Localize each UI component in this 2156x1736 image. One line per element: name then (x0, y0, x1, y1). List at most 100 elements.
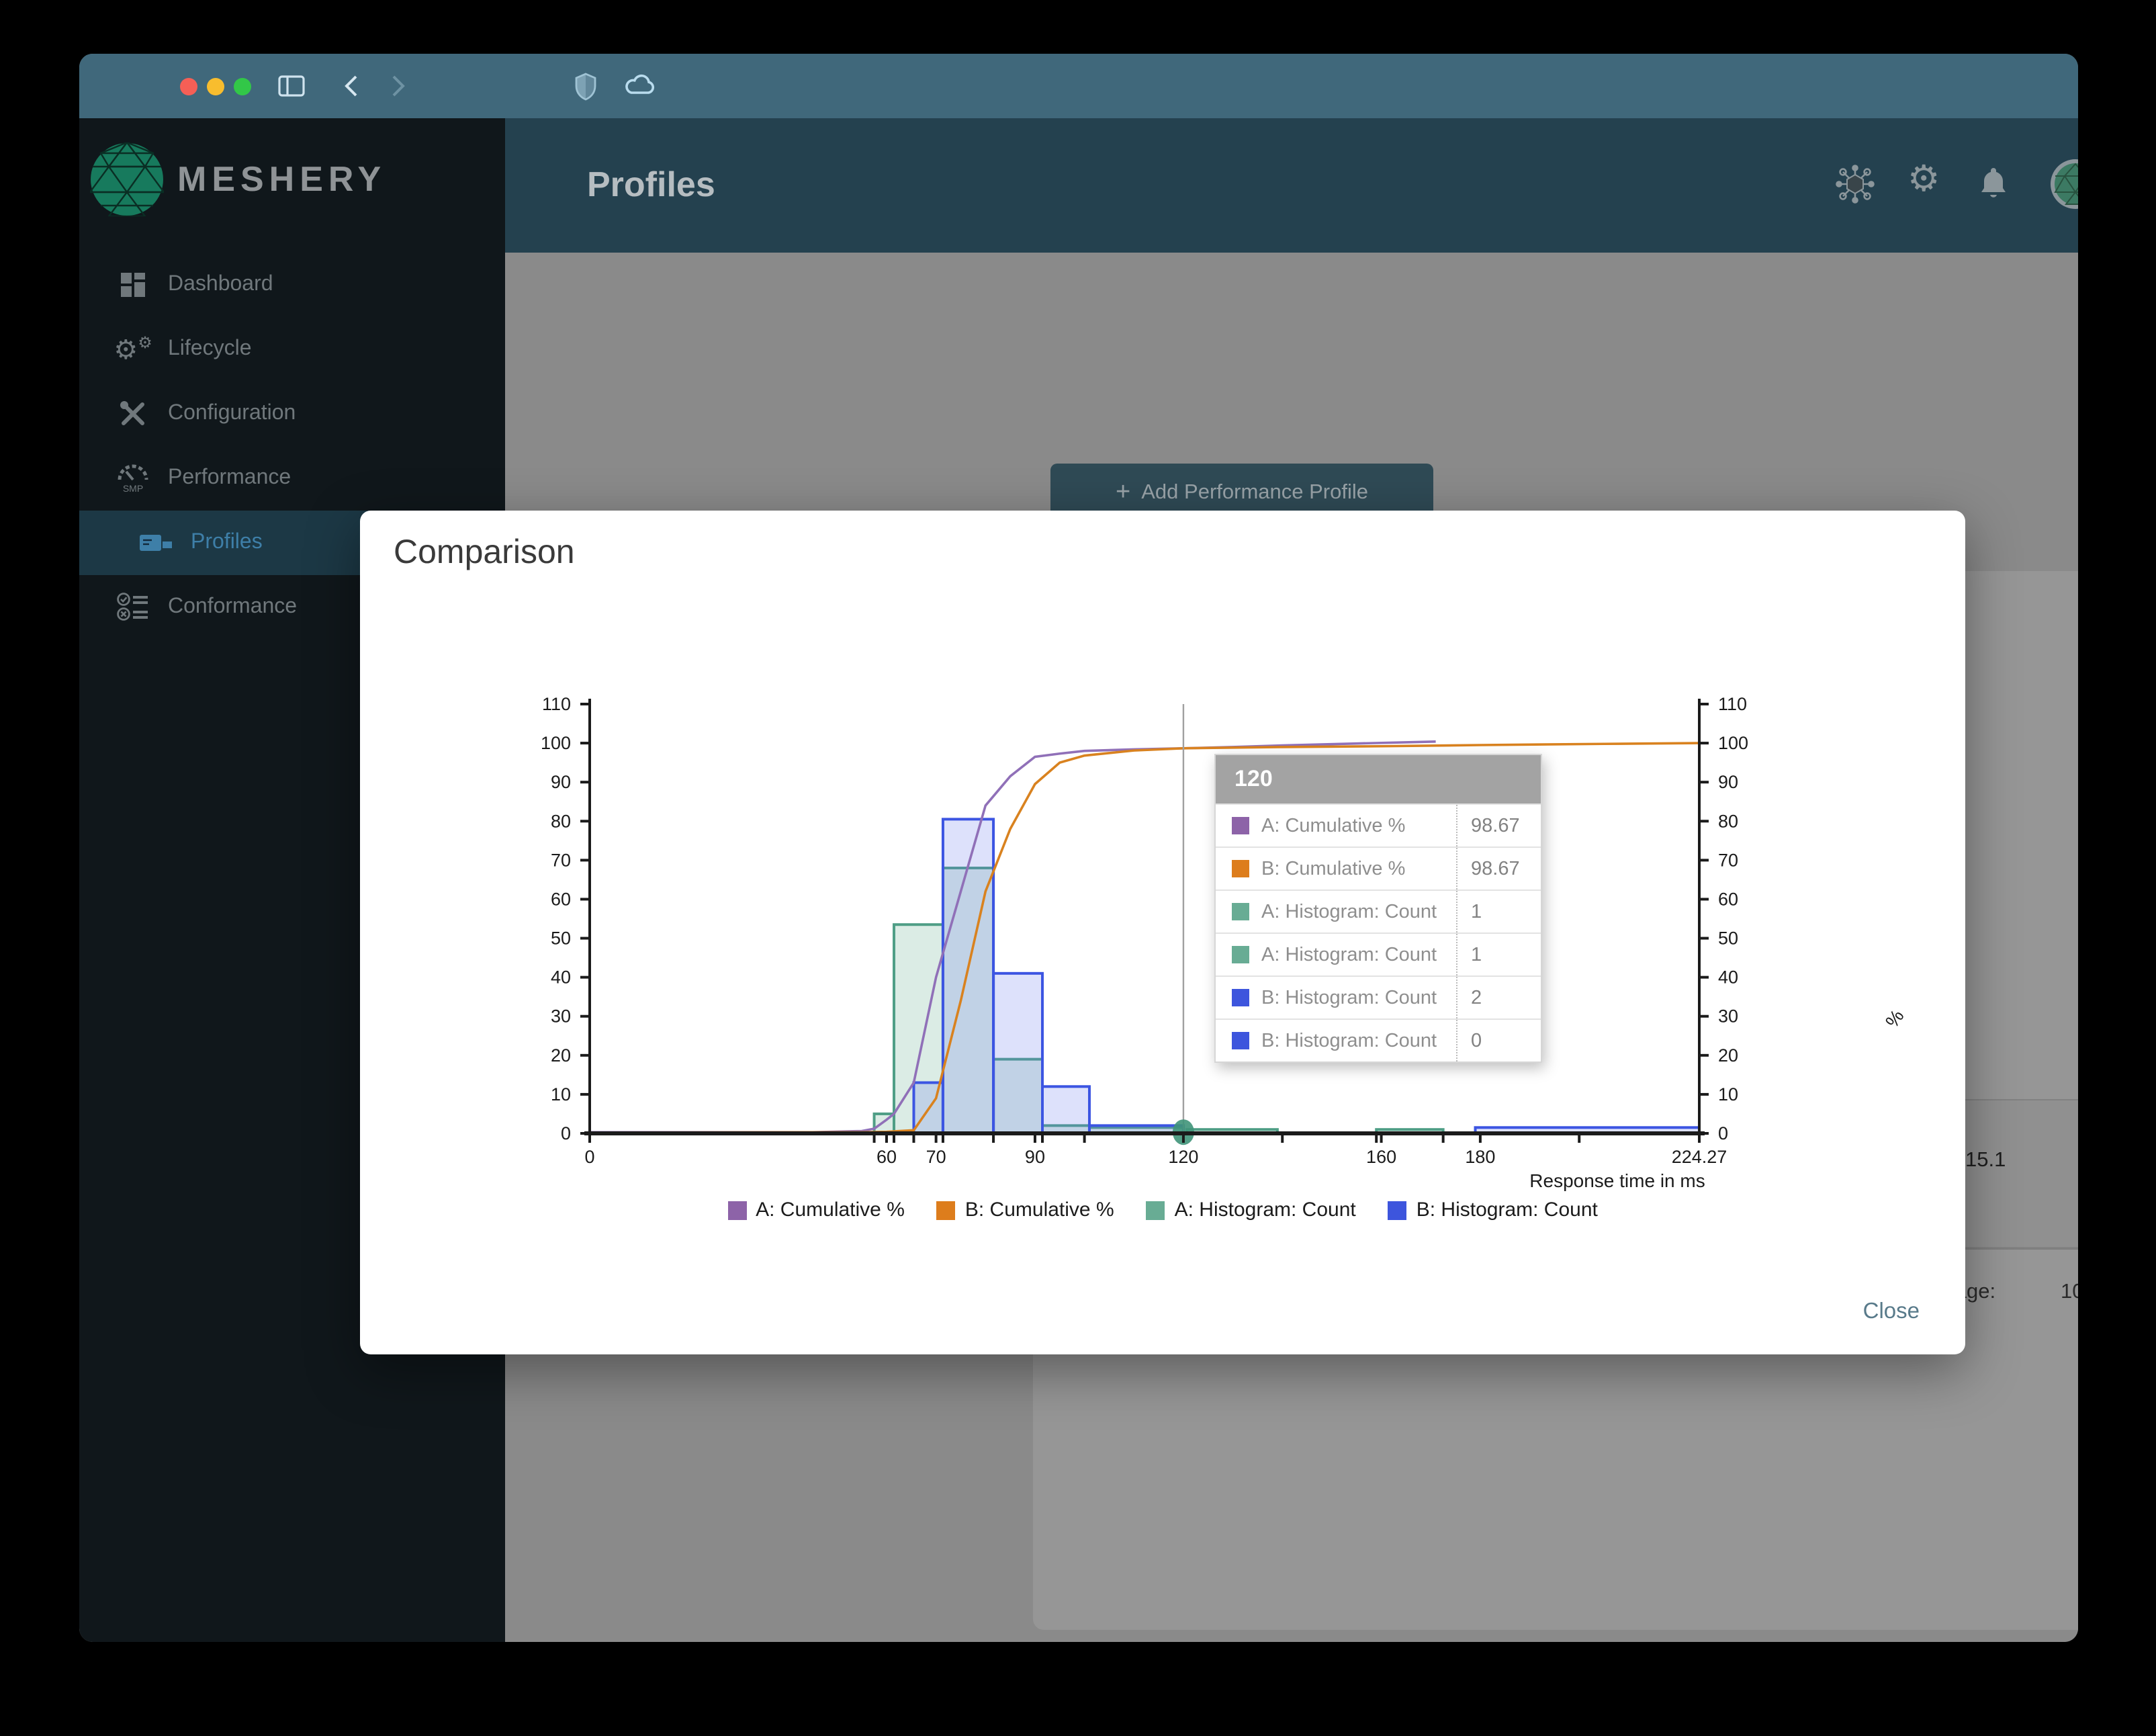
close-button[interactable]: Close (1855, 1298, 1928, 1326)
svg-text:90: 90 (551, 772, 571, 792)
page-title: Profiles (587, 164, 715, 204)
tooltip-series-label: A: Histogram: Count (1261, 901, 1437, 922)
brand-wordmark: MESHERY (177, 159, 387, 199)
add-performance-profile-label: Add Performance Profile (1141, 480, 1368, 503)
sidebar-item-label: Profiles (191, 531, 263, 554)
back-icon[interactable] (343, 74, 359, 105)
legend-swatch (936, 1201, 956, 1219)
forward-icon[interactable] (391, 74, 407, 105)
svg-text:160: 160 (1366, 1147, 1396, 1167)
svg-text:110: 110 (1718, 694, 1747, 714)
notifications-bell-icon[interactable] (1976, 165, 2011, 210)
tooltip-header: 120 (1216, 755, 1541, 804)
svg-text:40: 40 (551, 967, 571, 988)
svg-text:90: 90 (1025, 1147, 1045, 1167)
sidebar-item-label: Performance (168, 466, 291, 489)
meshery-logo[interactable] (88, 140, 166, 223)
legend-label: B: Histogram: Count (1416, 1199, 1598, 1221)
cloud-icon[interactable] (622, 71, 657, 105)
user-avatar[interactable] (2050, 159, 2078, 216)
svg-text:70: 70 (1718, 850, 1738, 870)
sidebar-item-lifecycle[interactable]: ⚙ ⚙ Lifecycle (79, 317, 505, 382)
right-axis-label: % (1881, 1005, 1908, 1032)
sidebar-toggle-icon[interactable] (278, 75, 305, 103)
tooltip-series-value: 98.67 (1456, 848, 1541, 889)
comparison-modal: Comparison 0 0 10 10 20 20 30 30 40 40 50 50 60 60 70 7… (360, 511, 1965, 1354)
tooltip-series-label: B: Cumulative % (1261, 858, 1406, 879)
tooltip-series-value: 0 (1456, 1020, 1541, 1061)
tooltip-row: B: Histogram: Count 0 (1216, 1018, 1541, 1061)
svg-text:80: 80 (551, 811, 571, 831)
sidebar-item-label: Dashboard (168, 273, 273, 296)
chart-legend: A: Cumulative % B: Cumulative % A: Histogr… (360, 1199, 1965, 1221)
tooltip-row: B: Cumulative % 98.67 (1216, 847, 1541, 889)
series-swatch (1232, 946, 1249, 963)
legend-swatch (727, 1201, 747, 1219)
minimize-window-button[interactable] (207, 78, 224, 95)
app-header: Profiles ⚙ (505, 118, 2078, 253)
speedometer-smp-icon: SMP (116, 464, 150, 493)
sidebar-item-configuration[interactable]: Configuration (79, 382, 505, 446)
duration-cell: 15.1 (1965, 1149, 2006, 1172)
legend-item[interactable]: B: Cumulative % (936, 1199, 1114, 1221)
series-swatch (1232, 1032, 1249, 1049)
series-swatch (1232, 989, 1249, 1006)
svg-text:20: 20 (551, 1045, 571, 1066)
tooltip-row: A: Cumulative % 98.67 (1216, 804, 1541, 847)
legend-item[interactable]: B: Histogram: Count (1388, 1199, 1598, 1221)
svg-text:70: 70 (551, 850, 571, 870)
conformance-checklist-icon (116, 593, 150, 622)
series-swatch (1232, 817, 1249, 834)
screenshot-stage: localhost:9081/performance/profiles ↻ ⚙ … (0, 0, 2156, 1736)
chart-tooltip: 120 A: Cumulative % 98.67 B: Cumulative % 9… (1214, 754, 1542, 1063)
close-window-button[interactable] (180, 78, 197, 95)
svg-text:0: 0 (561, 1123, 571, 1143)
browser-window: localhost:9081/performance/profiles ↻ ⚙ … (79, 54, 2078, 1642)
maximize-window-button[interactable] (234, 78, 251, 95)
sidebar-item-label: Conformance (168, 595, 298, 618)
histogram-bar (1041, 1085, 1091, 1135)
browser-toolbar: localhost:9081/performance/profiles ↻ ⚙ … (79, 54, 2078, 160)
tooltip-row: A: Histogram: Count 1 (1216, 889, 1541, 932)
plus-icon: + (1116, 478, 1131, 506)
svg-text:50: 50 (551, 928, 571, 949)
svg-text:60: 60 (877, 1147, 897, 1167)
legend-label: A: Cumulative % (756, 1199, 905, 1221)
svg-text:90: 90 (1718, 772, 1738, 792)
app-settings-gear-icon[interactable]: ⚙ (1907, 159, 1940, 200)
dashboard-icon (116, 273, 150, 297)
tooltip-series-label: A: Cumulative % (1261, 815, 1406, 836)
profiles-card-icon (138, 532, 173, 554)
svg-text:40: 40 (1718, 967, 1738, 988)
svg-text:60: 60 (551, 889, 571, 909)
sidebar-item-label: Lifecycle (168, 337, 252, 360)
svg-text:30: 30 (551, 1006, 571, 1027)
svg-text:100: 100 (1718, 733, 1748, 753)
svg-text:60: 60 (1718, 889, 1738, 909)
svg-text:SMP: SMP (123, 483, 143, 493)
series-swatch (1232, 860, 1249, 877)
sidebar-item-performance[interactable]: SMP Performance (79, 446, 505, 511)
svg-text:50: 50 (1718, 928, 1738, 949)
svg-text:0: 0 (1718, 1123, 1728, 1143)
legend-item[interactable]: A: Cumulative % (727, 1199, 905, 1221)
connection-hub-icon[interactable] (1835, 164, 1875, 211)
sidebar-item-dashboard[interactable]: Dashboard (79, 253, 505, 317)
legend-item[interactable]: A: Histogram: Count (1146, 1199, 1356, 1221)
svg-text:70: 70 (926, 1147, 946, 1167)
svg-text:10: 10 (551, 1084, 571, 1104)
comparison-chart[interactable]: 0 010 1020 2030 3040 4050 5060 6070 7080 8090 9010… (482, 658, 1826, 1196)
tooltip-row: B: Histogram: Count 2 (1216, 975, 1541, 1018)
svg-text:100: 100 (541, 733, 571, 753)
modal-title: Comparison (394, 533, 575, 571)
svg-text:110: 110 (542, 694, 571, 714)
x-axis-label: Response time in ms (1529, 1170, 1705, 1191)
privacy-shield-icon[interactable] (574, 73, 598, 107)
histogram-bar (992, 971, 1044, 1135)
rows-per-page-select[interactable]: 10 (2061, 1281, 2078, 1305)
svg-text:20: 20 (1718, 1045, 1738, 1066)
sidebar-item-label: Configuration (168, 402, 296, 425)
svg-text:120: 120 (1168, 1147, 1198, 1167)
tooltip-series-value: 98.67 (1456, 805, 1541, 847)
svg-text:0: 0 (584, 1147, 594, 1167)
